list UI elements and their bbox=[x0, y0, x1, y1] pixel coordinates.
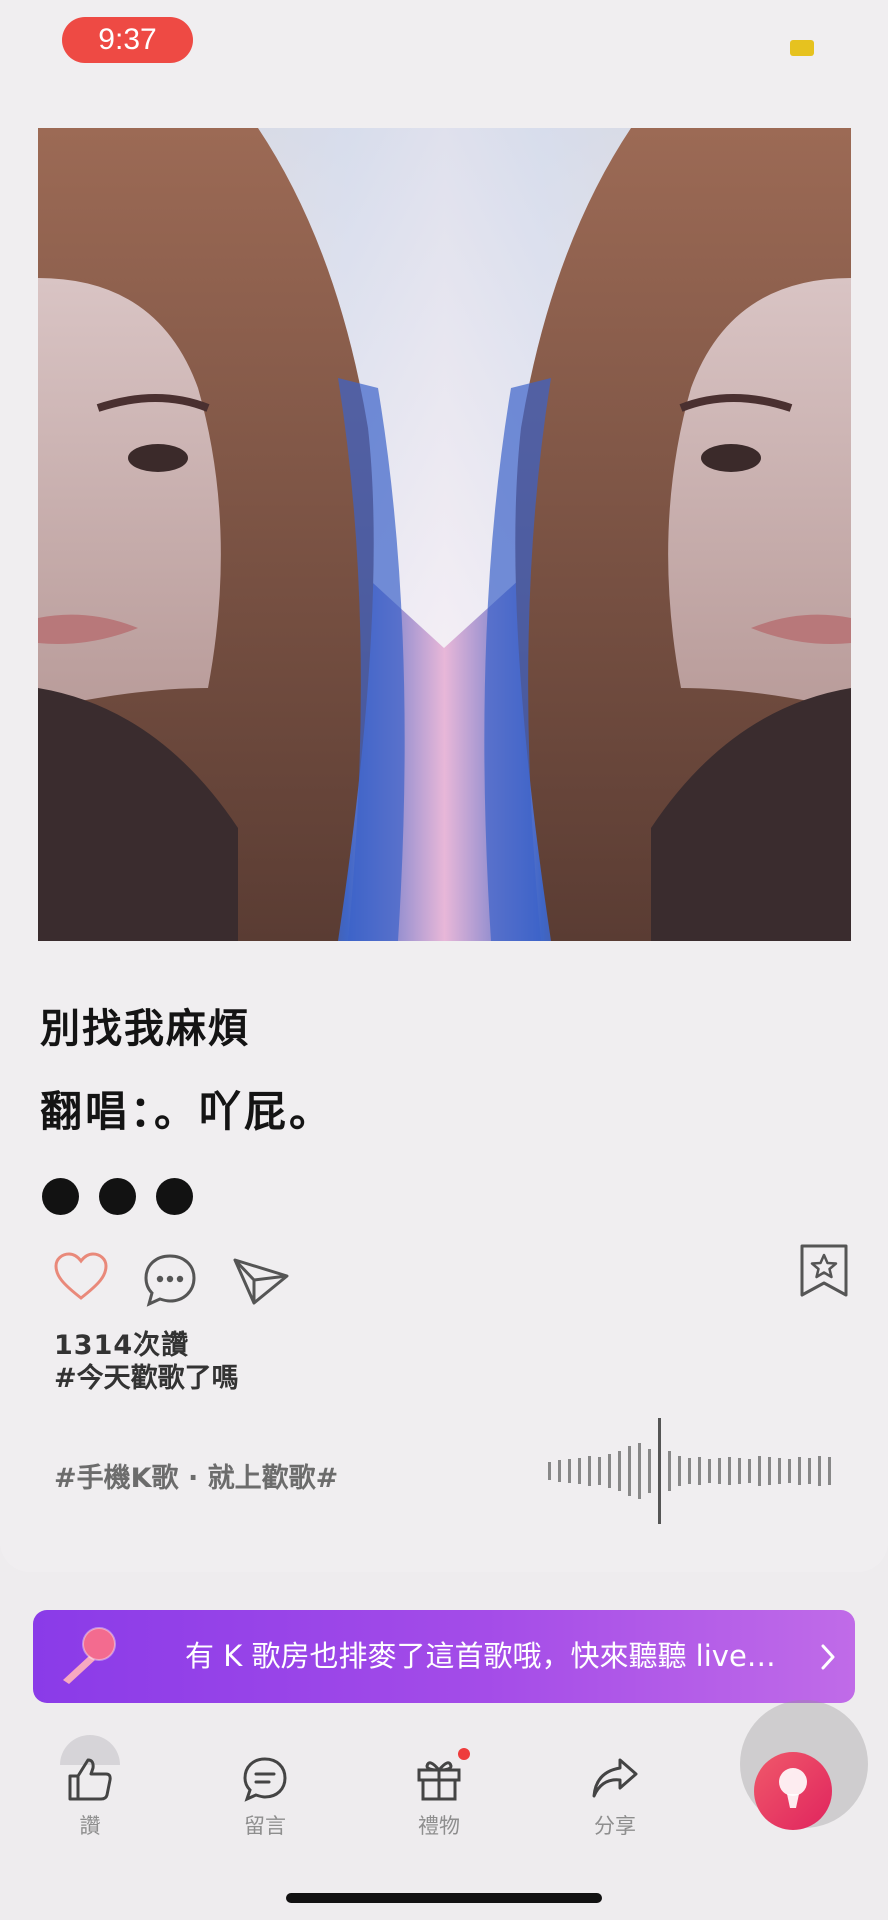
waveform-bar bbox=[708, 1459, 711, 1483]
waveform-bar bbox=[588, 1456, 591, 1486]
waveform-bar bbox=[738, 1458, 741, 1484]
nav-label-gift: 禮物 bbox=[418, 1814, 460, 1838]
heart-icon[interactable] bbox=[53, 1252, 109, 1306]
more-dot bbox=[42, 1178, 79, 1215]
nav-like[interactable]: 讚 bbox=[40, 1756, 140, 1840]
waveform-bar bbox=[608, 1454, 611, 1488]
waveform-bar bbox=[748, 1459, 751, 1483]
waveform-bar bbox=[628, 1446, 631, 1496]
waveform-bar bbox=[598, 1457, 601, 1485]
waveform-bar bbox=[808, 1458, 811, 1484]
waveform-bar bbox=[818, 1456, 821, 1486]
waveform-bar bbox=[798, 1457, 801, 1485]
waveform-bar bbox=[778, 1458, 781, 1484]
cover-artwork bbox=[38, 128, 851, 941]
waveform-bar bbox=[698, 1457, 701, 1485]
nav-label-like: 讚 bbox=[79, 1814, 101, 1838]
waveform-bar bbox=[658, 1418, 661, 1524]
nav-comment[interactable]: 留言 bbox=[215, 1756, 315, 1840]
status-time: 9:37 bbox=[62, 17, 193, 63]
nav-gift[interactable]: 禮物 bbox=[389, 1756, 489, 1840]
waveform-bar bbox=[668, 1451, 671, 1491]
more-options-icon[interactable] bbox=[42, 1178, 193, 1215]
send-icon[interactable] bbox=[232, 1254, 290, 1310]
floating-inner-icon bbox=[754, 1752, 832, 1830]
waveform-bar bbox=[638, 1443, 641, 1499]
share-icon bbox=[592, 1758, 638, 1798]
battery-icon bbox=[790, 40, 814, 56]
live-room-banner[interactable]: 有 K 歌房也排麥了這首歌哦，快來聽聽 live… bbox=[33, 1610, 855, 1703]
waveform-bar bbox=[828, 1457, 831, 1485]
slogan-text: #手機K歌 · 就上歡歌# bbox=[54, 1463, 339, 1494]
bookmark-star-icon[interactable] bbox=[798, 1243, 850, 1303]
thumbs-up-icon bbox=[68, 1758, 112, 1801]
cover-singer[interactable]: 翻唱：。吖屁。 bbox=[40, 1078, 334, 1139]
chevron-right-icon bbox=[819, 1643, 837, 1675]
nav-label-comment: 留言 bbox=[244, 1814, 286, 1838]
waveform-bar bbox=[618, 1451, 621, 1491]
nav-label-share: 分享 bbox=[594, 1814, 636, 1838]
notification-badge bbox=[458, 1748, 470, 1760]
waveform-bar bbox=[688, 1458, 691, 1484]
waveform-bar bbox=[568, 1459, 571, 1483]
waveform-icon bbox=[548, 1418, 838, 1528]
waveform-bar bbox=[678, 1456, 681, 1486]
waveform-bar bbox=[728, 1457, 731, 1485]
waveform-bar bbox=[578, 1458, 581, 1484]
waveform-bar bbox=[718, 1458, 721, 1484]
more-dot bbox=[99, 1178, 136, 1215]
waveform-bar bbox=[788, 1459, 791, 1483]
banner-text: 有 K 歌房也排麥了這首歌哦，快來聽聽 live… bbox=[185, 1639, 776, 1673]
waveform-bar bbox=[768, 1457, 771, 1485]
song-title: 別找我麻煩 bbox=[40, 1006, 250, 1052]
more-dot bbox=[156, 1178, 193, 1215]
comment-icon bbox=[243, 1757, 287, 1802]
comment-icon[interactable] bbox=[143, 1253, 197, 1311]
gift-icon bbox=[417, 1761, 461, 1801]
waveform-bar bbox=[548, 1462, 551, 1480]
nav-share[interactable]: 分享 bbox=[565, 1756, 665, 1840]
microphone-icon bbox=[53, 1624, 123, 1692]
waveform-bar bbox=[648, 1449, 651, 1493]
waveform-bar bbox=[758, 1456, 761, 1486]
hashtag[interactable]: #今天歡歌了嗎 bbox=[54, 1356, 239, 1395]
home-indicator[interactable] bbox=[286, 1893, 602, 1903]
waveform-bar bbox=[558, 1460, 561, 1482]
cover-image[interactable] bbox=[38, 128, 851, 941]
